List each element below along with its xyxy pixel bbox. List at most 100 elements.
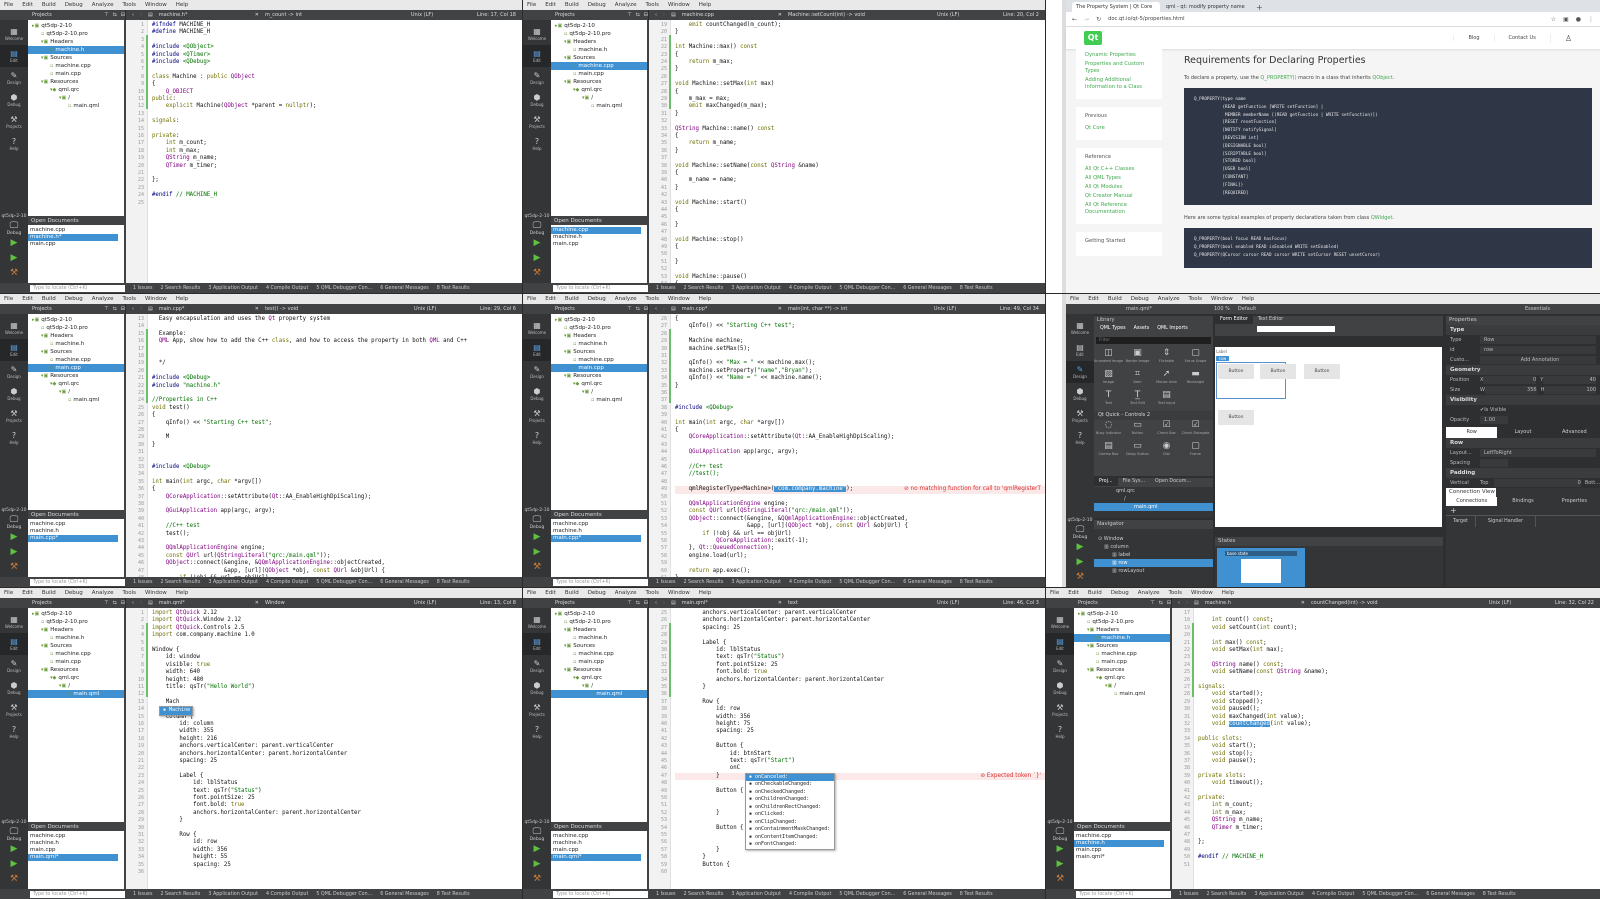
mode-edit[interactable]: ▤ Edit [1046, 633, 1074, 655]
url-field[interactable]: doc.qt.io/qt-5/properties.html [1108, 16, 1544, 22]
build-icon[interactable]: ⚒ [10, 874, 18, 889]
mode-projects[interactable]: ⚒ Projects [0, 405, 28, 427]
library-item[interactable]: ▢ Focus Scope [1181, 348, 1210, 369]
mode-edit[interactable]: ▤ Edit [523, 633, 551, 655]
tree-item[interactable]: ▫ main.cpp [551, 70, 647, 78]
menu-window[interactable]: Window [145, 296, 167, 302]
back-icon[interactable]: ‹ [655, 12, 657, 18]
menu-edit[interactable]: Edit [1088, 296, 1099, 302]
tab-projects[interactable]: Proj... [1094, 478, 1118, 486]
run-icon[interactable]: ▶ [11, 238, 18, 253]
menu-window[interactable]: Window [668, 590, 690, 596]
current-file[interactable]: main.cpp* [159, 306, 249, 312]
filter-icon[interactable]: ⊤ [104, 600, 108, 606]
tree-item[interactable]: ▾▣ / [28, 388, 124, 396]
menu-tools[interactable]: Tools [122, 296, 136, 302]
tree-item[interactable]: ▫ qt5dp-2-10.pro [551, 30, 647, 38]
mode-edit[interactable]: ▤ Edit [523, 45, 551, 67]
tree-item[interactable]: ▾◆ qml.qrc [551, 86, 647, 94]
tree-item[interactable]: ▫ machine.h [1074, 634, 1170, 642]
library-item[interactable]: ▭ Button [1123, 420, 1152, 441]
mode-projects[interactable]: ⚒ Projects [523, 111, 551, 133]
mode-projects[interactable]: ⚒ Projects [0, 699, 28, 721]
cursor-position[interactable]: Line: 46, Col 3 [1003, 600, 1039, 606]
nav-contact-us[interactable]: Contact Us [1493, 35, 1550, 41]
output-pane-button[interactable]: 1 Issues [656, 892, 675, 897]
debug-run-icon[interactable]: ▶ [1057, 859, 1064, 874]
canvas-button[interactable]: Button [1304, 364, 1340, 379]
tree-item[interactable]: ▫ main.qml [551, 396, 647, 404]
extension-icon[interactable]: ▣ [1563, 16, 1569, 23]
tree-item[interactable]: ▾▣ Resources [28, 666, 124, 674]
navigator-item[interactable]: ▥ label [1094, 551, 1213, 559]
back-icon[interactable]: ‹ [132, 600, 134, 606]
back-icon[interactable]: ← [1072, 16, 1077, 23]
id-field[interactable]: row [1480, 346, 1596, 354]
tree-item[interactable]: ▫ main.cpp [1074, 658, 1170, 666]
library-item[interactable]: ◫ Animated Image [1094, 348, 1123, 369]
tab-bindings[interactable]: Bindings [1497, 497, 1548, 506]
build-icon[interactable]: ⚒ [533, 562, 541, 577]
tree-item[interactable]: ▫ main.qml [28, 102, 124, 110]
code-editor[interactable]: 17 18 int count() const; 19 void setCount(… [1172, 608, 1600, 889]
monitor-icon[interactable]: 🖵 [533, 827, 542, 837]
mode-design[interactable]: ✎ Design [0, 655, 28, 677]
style-selector[interactable]: Default [1238, 306, 1256, 312]
menu-analyze[interactable]: Analyze [1138, 590, 1160, 596]
tree-item[interactable]: ▫ main.qml [28, 690, 124, 698]
tree-item[interactable]: ▫ main.cpp [551, 364, 647, 372]
current-symbol[interactable]: Machine::setCount(int) -> void [788, 12, 865, 18]
mode-debug[interactable]: ⬢ Debug [523, 677, 551, 699]
encoding[interactable]: Unix (LF) [937, 12, 997, 18]
tree-item[interactable]: ▾▣ / [28, 94, 124, 102]
profile-icon[interactable]: ● [1576, 16, 1581, 23]
output-pane-button[interactable]: 2 Search Results [160, 892, 200, 897]
run-icon[interactable]: ▶ [534, 238, 541, 253]
completion-item[interactable]: ▪ onClicked: [746, 811, 834, 819]
tree-item[interactable]: ▾▣ / [28, 682, 124, 690]
encoding[interactable]: Unix (LF) [1489, 600, 1549, 606]
mode-projects[interactable]: ⚒ Projects [0, 111, 28, 133]
open-document[interactable]: machine.cpp [1074, 833, 1164, 840]
output-pane-button[interactable]: 5 QML Debugger Con... [316, 892, 372, 897]
menu-file[interactable]: File [1050, 590, 1059, 596]
tab-file-system[interactable]: File Sys... [1118, 478, 1151, 486]
close-file-icon[interactable]: ✕ [255, 306, 259, 312]
menu-tools[interactable]: Tools [122, 2, 136, 8]
menu-debug[interactable]: Debug [588, 590, 606, 596]
menu-file[interactable]: File [1070, 296, 1079, 302]
close-file-icon[interactable]: ✕ [1301, 600, 1305, 606]
locator-input[interactable]: Type to locate (Ctrl+K) [30, 890, 125, 898]
forward-icon[interactable]: → [1084, 16, 1089, 23]
locator-input[interactable]: Type to locate (Ctrl+K) [553, 890, 648, 898]
library-item[interactable]: ▢ Frame [1181, 441, 1210, 462]
menu-help[interactable]: Help [699, 590, 712, 596]
output-pane-button[interactable]: 3 Application Output [731, 286, 781, 291]
menu-icon[interactable]: ⋮ [1588, 16, 1594, 23]
tree-item[interactable]: qml.qrc [1094, 487, 1213, 495]
output-pane-button[interactable]: 8 Test Results [437, 580, 470, 585]
close-file-icon[interactable]: ✕ [778, 306, 782, 312]
tree-item[interactable]: ▫ main.qml [551, 102, 647, 110]
library-item[interactable]: T̲ Text Edit [1123, 390, 1152, 411]
tab-connections[interactable]: Connections [1446, 497, 1498, 506]
mode-help[interactable]: ? Help [1066, 427, 1094, 449]
menu-tools[interactable]: Tools [1168, 590, 1182, 596]
tab-row[interactable]: Row [1446, 427, 1498, 438]
tree-item[interactable]: ▾▣ Headers [28, 38, 124, 46]
tree-item[interactable]: ▸▣ qt5dp-2-10 [551, 22, 647, 30]
mode-welcome[interactable]: ▦ Welcome [523, 317, 551, 339]
top-field[interactable]: 0 [1494, 479, 1581, 487]
menu-build[interactable]: Build [565, 2, 579, 8]
tree-item[interactable]: ▫ machine.h [551, 634, 647, 642]
library-item[interactable]: ◌ Busy Indicator [1094, 420, 1123, 441]
mode-design[interactable]: ✎ Design [523, 67, 551, 89]
link-icon[interactable]: ⇆ [113, 12, 117, 18]
output-pane-button[interactable]: 1 Issues [1179, 892, 1198, 897]
open-document[interactable]: main.cpp* [551, 535, 641, 542]
forward-icon[interactable]: › [663, 12, 665, 18]
completion-item[interactable]: ▪ onCanceled: [746, 773, 834, 782]
open-document[interactable]: main.cpp* [28, 535, 118, 542]
mode-design[interactable]: ✎ Design [0, 361, 28, 383]
encoding[interactable]: Unix (LF) [411, 12, 471, 18]
